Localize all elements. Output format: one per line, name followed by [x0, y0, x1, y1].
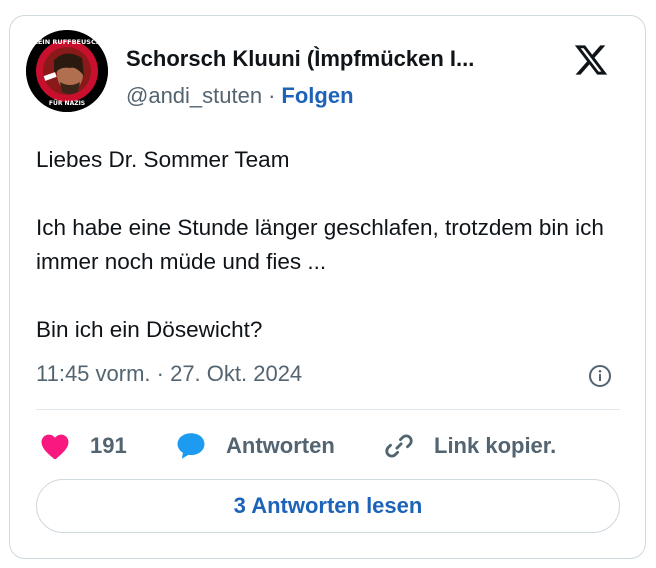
- avatar-badge-top: KEIN RUFFBEUSCH: [33, 38, 101, 46]
- x-logo-icon[interactable]: [572, 42, 610, 78]
- tweet-line: Ich habe eine Stunde länger geschlafen, …: [36, 215, 604, 274]
- tweet-text: Liebes Dr. Sommer Team Ich habe eine Stu…: [36, 143, 626, 347]
- divider: [36, 409, 620, 410]
- tweet-line: Bin ich ein Dösewicht?: [36, 317, 263, 342]
- avatar-badge-bottom: FÜR NAZIS: [49, 100, 85, 107]
- reply-button[interactable]: Antworten: [174, 428, 335, 464]
- copy-link-label: Link kopier.: [434, 433, 557, 458]
- info-icon[interactable]: [588, 364, 612, 388]
- read-replies-button[interactable]: 3 Antworten lesen: [36, 479, 620, 533]
- author-meta: @andi_stuten · Folgen: [126, 83, 354, 109]
- action-bar: 191 Antworten Link kopier.: [36, 428, 620, 464]
- tweet-line: Liebes Dr. Sommer Team: [36, 147, 290, 172]
- tweet-header: KEIN RUFFBEUSCH FÜR NAZIS Schorsch Kluun…: [26, 30, 608, 112]
- like-button[interactable]: 191: [38, 428, 127, 464]
- link-icon: [385, 434, 413, 458]
- reply-bubble-icon: [177, 433, 205, 459]
- tweet-timestamp[interactable]: 11:45 vorm. · 27. Okt. 2024: [36, 361, 302, 387]
- meta-separator: ·: [268, 83, 276, 108]
- copy-link-button[interactable]: Link kopier.: [382, 428, 556, 464]
- follow-button[interactable]: Folgen: [281, 83, 353, 108]
- avatar-image: KEIN RUFFBEUSCH FÜR NAZIS: [26, 30, 108, 112]
- author-handle[interactable]: @andi_stuten: [126, 83, 262, 108]
- avatar[interactable]: KEIN RUFFBEUSCH FÜR NAZIS: [26, 30, 108, 112]
- author-name[interactable]: Schorsch Kluuni (Ìmpfmücken I...: [126, 46, 474, 72]
- like-count: 191: [90, 433, 127, 458]
- reply-label: Antworten: [226, 433, 335, 458]
- heart-icon: [41, 434, 69, 460]
